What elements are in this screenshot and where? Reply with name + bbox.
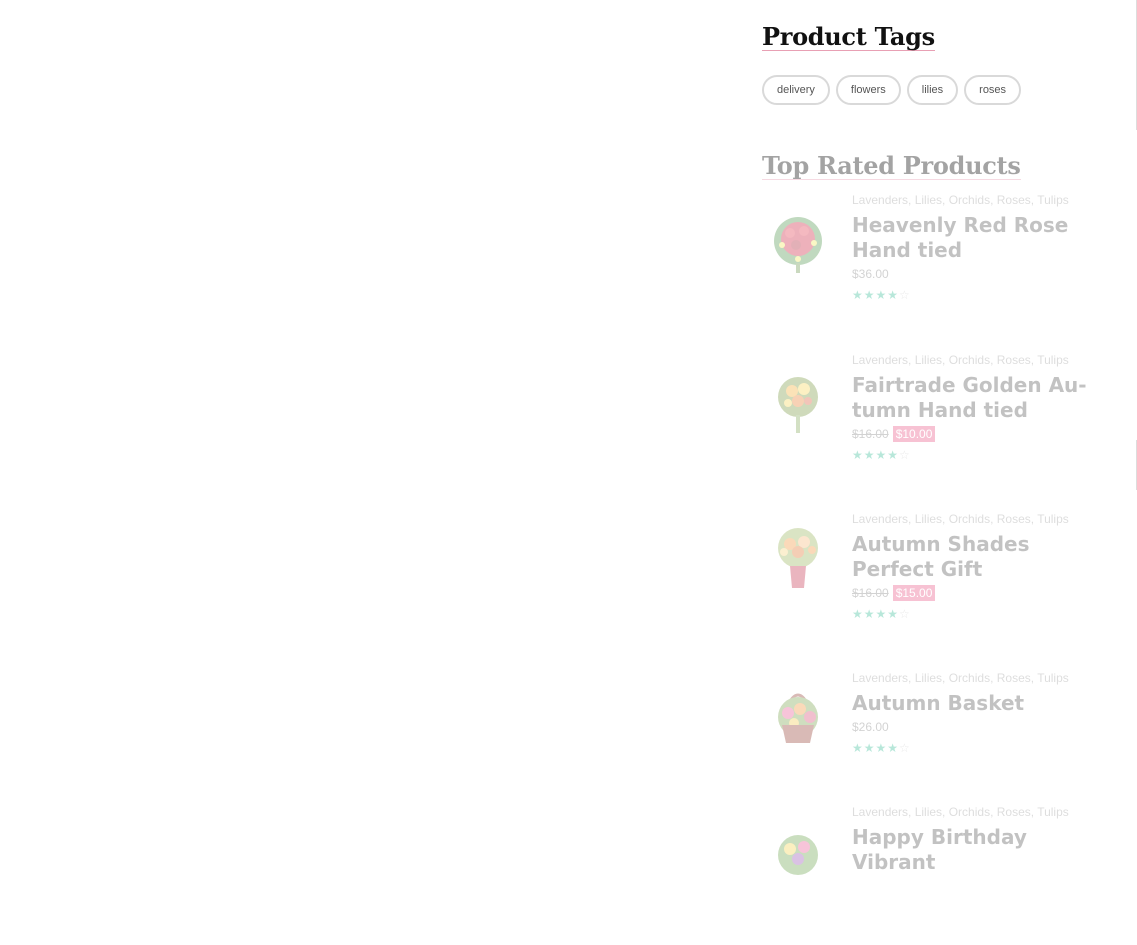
star-icon: ★★★★ — [852, 448, 900, 462]
product-categories: Lavenders, Lilies, Orchids, Roses, Tulip… — [852, 671, 1069, 685]
product-tags-title: Product Tags — [762, 22, 935, 51]
product-image-flower-basket[interactable] — [766, 685, 830, 749]
price-regular: $26.00 — [852, 720, 889, 734]
star-rating: ★★★★☆ — [852, 607, 1092, 621]
product-image-red-rose-bouquet[interactable] — [766, 211, 830, 275]
product-image-vibrant-bouquet[interactable] — [766, 823, 830, 887]
product-categories: Lavenders, Lilies, Orchids, Roses, Tulip… — [852, 512, 1069, 526]
star-rating: ★★★★☆ — [852, 741, 1092, 755]
price-sale: $15.00 — [892, 585, 936, 601]
price-old: $16.00 — [852, 427, 889, 441]
product-item: Lavenders, Lilies, Orchids, Roses, Tulip… — [762, 193, 1102, 333]
star-empty-icon: ☆ — [899, 741, 911, 755]
product-name[interactable]: Happy Birthday Vibrant — [852, 825, 1092, 875]
product-item: Lavenders, Lilies, Orchids, Roses, Tulip… — [762, 671, 1102, 811]
star-rating: ★★★★☆ — [852, 288, 1092, 302]
top-rated-products-title: Top Rated Products — [762, 151, 1021, 180]
star-empty-icon: ☆ — [899, 607, 911, 621]
tag-lilies[interactable]: lilies — [906, 75, 959, 105]
product-price: $36.00 — [852, 266, 1092, 282]
product-name[interactable]: Heavenly Red Rose Hand tied — [852, 213, 1092, 263]
product-price: $16.00 $10.00 — [852, 426, 1092, 442]
tag-cloud: delivery flowers lilies roses — [762, 75, 1022, 105]
star-rating: ★★★★☆ — [852, 448, 1092, 462]
product-name[interactable]: Autumn Shades Perfect Gift — [852, 532, 1092, 582]
product-item: Lavenders, Lilies, Orchids, Roses, Tulip… — [762, 805, 1102, 945]
price-regular: $36.00 — [852, 267, 889, 281]
product-image-golden-autumn-bouquet[interactable] — [766, 371, 830, 435]
product-categories: Lavenders, Lilies, Orchids, Roses, Tulip… — [852, 353, 1069, 367]
product-name[interactable]: Autumn Basket — [852, 691, 1092, 716]
product-categories: Lavenders, Lilies, Orchids, Roses, Tulip… — [852, 193, 1069, 207]
product-item: Lavenders, Lilies, Orchids, Roses, Tulip… — [762, 512, 1102, 652]
product-price: $26.00 — [852, 719, 1092, 735]
star-empty-icon: ☆ — [899, 448, 911, 462]
star-empty-icon: ☆ — [899, 288, 911, 302]
star-icon: ★★★★ — [852, 288, 900, 302]
product-image-orange-vase-bouquet[interactable] — [766, 526, 830, 590]
product-item: Lavenders, Lilies, Orchids, Roses, Tulip… — [762, 353, 1102, 493]
star-icon: ★★★★ — [852, 741, 900, 755]
product-categories: Lavenders, Lilies, Orchids, Roses, Tulip… — [852, 805, 1069, 819]
tag-delivery[interactable]: delivery — [762, 75, 830, 105]
tag-flowers[interactable]: flowers — [835, 75, 901, 105]
price-sale: $10.00 — [892, 426, 936, 442]
star-icon: ★★★★ — [852, 607, 900, 621]
price-old: $16.00 — [852, 586, 889, 600]
product-name[interactable]: Fairtrade Golden Au-tumn Hand tied — [852, 373, 1092, 423]
product-price: $16.00 $15.00 — [852, 585, 1092, 601]
tag-roses[interactable]: roses — [964, 75, 1022, 105]
